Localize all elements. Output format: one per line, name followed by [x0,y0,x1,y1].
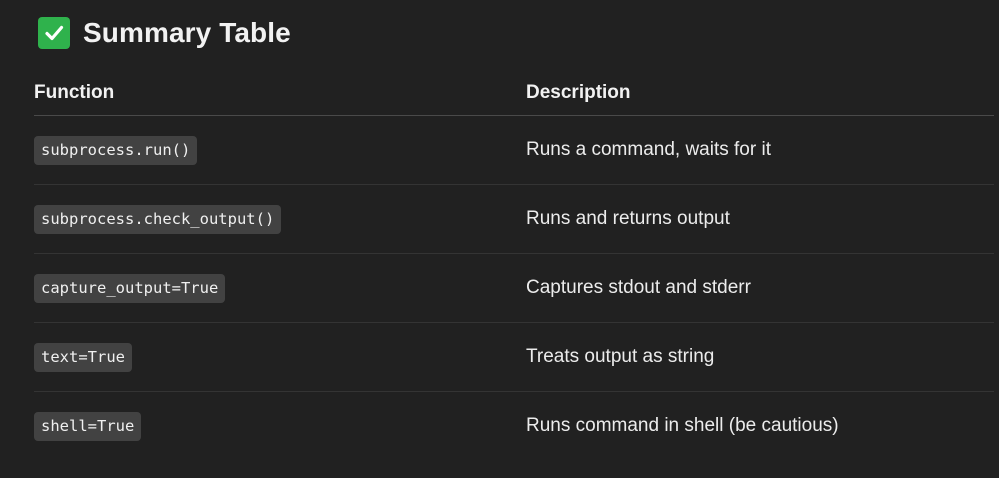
description-cell: Captures stdout and stderr [526,253,994,323]
section-heading: Summary Table [38,14,291,52]
function-code: text=True [34,342,132,372]
description-cell: Runs and returns output [526,184,994,254]
table-row: text=True Treats output as string [34,322,994,392]
table-row: shell=True Runs command in shell (be cau… [34,392,994,461]
page: Summary Table Function Description subpr… [0,0,999,478]
function-code: subprocess.run() [34,135,198,165]
function-code: subprocess.check_output() [34,204,282,234]
table-header-row: Function Description [34,70,994,116]
section-title: Summary Table [83,17,291,48]
function-code: capture_output=True [34,273,226,303]
table-row: capture_output=True Captures stdout and … [34,253,994,323]
description-cell: Treats output as string [526,322,994,392]
function-code: shell=True [34,411,142,441]
column-header-description: Description [526,70,994,116]
description-cell: Runs a command, waits for it [526,115,994,185]
column-header-function: Function [34,70,526,116]
summary-table: Function Description subprocess.run() Ru… [34,70,994,460]
description-cell: Runs command in shell (be cautious) [526,415,839,436]
check-mark-icon [38,17,70,49]
table-row: subprocess.check_output() Runs and retur… [34,184,994,254]
table-row: subprocess.run() Runs a command, waits f… [34,115,994,185]
